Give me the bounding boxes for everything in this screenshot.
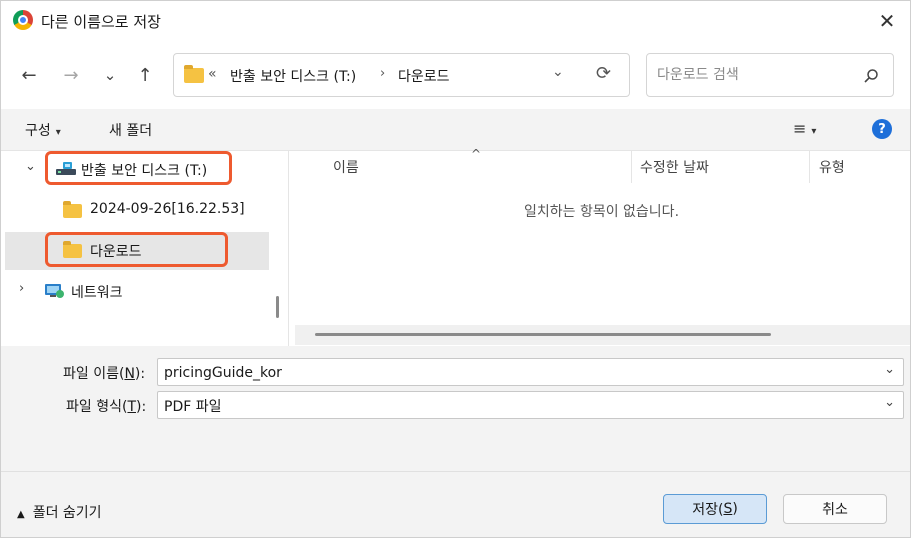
forward-button[interactable]: →	[57, 63, 85, 87]
breadcrumb-downloads[interactable]: 다운로드	[398, 66, 450, 86]
tree-item-label: 네트워크	[71, 285, 123, 301]
hide-folders-toggle[interactable]: ▲ 폴더 숨기기	[17, 502, 102, 522]
horizontal-scrollbar[interactable]	[295, 325, 910, 345]
tree-item-label: 2024-09-26[16.22.53]	[90, 201, 245, 217]
caret-down-icon: ▾	[811, 126, 817, 137]
chevron-up-icon: ▲	[17, 509, 25, 520]
tree-item-dated-folder[interactable]: 2024-09-26[16.22.53]	[5, 192, 269, 230]
chevron-right-icon[interactable]: ›	[19, 281, 24, 296]
sort-ascending-icon: ^	[471, 147, 482, 161]
close-button[interactable]: ✕	[870, 5, 904, 37]
new-folder-button[interactable]: 새 폴더	[109, 120, 152, 140]
save-as-dialog: 다른 이름으로 저장 ✕ ← → ⌄ ↑ « 반출 보안 디스크 (T:) › …	[0, 0, 911, 538]
chevron-down-icon[interactable]: ⌄	[884, 362, 895, 377]
filename-label: 파일 이름(N):	[63, 366, 146, 382]
file-list: ^ 이름 수정한 날짜 유형 일치하는 항목이 없습니다.	[291, 147, 910, 346]
column-divider[interactable]	[631, 151, 632, 183]
help-icon[interactable]: ?	[872, 119, 892, 139]
dialog-title: 다른 이름으로 저장	[41, 13, 161, 31]
list-view-icon: ≡	[793, 119, 807, 138]
filename-field[interactable]: ⌄	[157, 358, 904, 386]
horizontal-scrollbar-thumb[interactable]	[315, 333, 771, 336]
organize-menu[interactable]: 구성 ▾	[25, 120, 61, 140]
search-box[interactable]	[646, 53, 894, 97]
save-form: 파일 이름(N): ⌄ 파일 형식(T): PDF 파일 ⌄	[1, 346, 910, 471]
chevron-down-icon[interactable]: ⌄	[884, 395, 895, 410]
filetype-select[interactable]: PDF 파일 ⌄	[157, 391, 904, 419]
recent-locations-button[interactable]: ⌄	[96, 63, 124, 87]
breadcrumb-drive[interactable]: 반출 보안 디스크 (T:)	[230, 66, 356, 86]
caret-down-icon: ▾	[55, 127, 61, 138]
filetype-label: 파일 형식(T):	[66, 399, 147, 415]
filename-input[interactable]	[164, 363, 864, 383]
filetype-value: PDF 파일	[164, 399, 222, 415]
vertical-scrollbar[interactable]	[276, 296, 279, 318]
highlight-downloads	[45, 232, 228, 267]
search-input[interactable]	[657, 64, 857, 86]
search-icon[interactable]	[863, 68, 879, 84]
refresh-icon[interactable]: ⟳	[596, 63, 611, 84]
chevron-down-icon[interactable]: ⌄	[25, 159, 36, 174]
breadcrumb-separator[interactable]: ›	[380, 66, 385, 81]
view-options-button[interactable]: ≡ ▾	[793, 119, 816, 138]
back-button[interactable]: ←	[15, 63, 43, 87]
column-divider[interactable]	[809, 151, 810, 183]
up-button[interactable]: ↑	[131, 63, 159, 87]
address-dropdown-icon[interactable]: ⌄	[552, 64, 564, 80]
command-bar: 구성 ▾ 새 폴더 ≡ ▾ ?	[1, 109, 910, 151]
save-button[interactable]: 저장(S)	[663, 494, 767, 524]
empty-message: 일치하는 항목이 없습니다.	[523, 204, 680, 220]
address-bar[interactable]: « 반출 보안 디스크 (T:) › 다운로드 ⌄ ⟳	[173, 53, 630, 97]
overflow-chevron[interactable]: «	[208, 66, 217, 82]
cancel-button[interactable]: 취소	[783, 494, 887, 524]
organize-label: 구성	[25, 123, 51, 139]
highlight-secure-disk	[45, 151, 232, 185]
folder-icon	[184, 65, 204, 83]
column-header-date-modified[interactable]: 수정한 날짜	[640, 157, 709, 177]
title-bar: 다른 이름으로 저장 ✕	[1, 1, 910, 41]
network-icon	[45, 284, 64, 298]
hide-folders-label: 폴더 숨기기	[32, 505, 102, 521]
tree-item-network[interactable]: › 네트워크	[5, 273, 269, 311]
column-header-name[interactable]: 이름	[333, 157, 359, 177]
navigation-bar: ← → ⌄ ↑ « 반출 보안 디스크 (T:) › 다운로드 ⌄ ⟳	[1, 41, 910, 109]
dialog-footer: ▲ 폴더 숨기기 저장(S) 취소	[1, 471, 910, 537]
column-header-type[interactable]: 유형	[819, 157, 845, 177]
chrome-icon	[13, 10, 33, 30]
folder-icon	[63, 201, 82, 218]
